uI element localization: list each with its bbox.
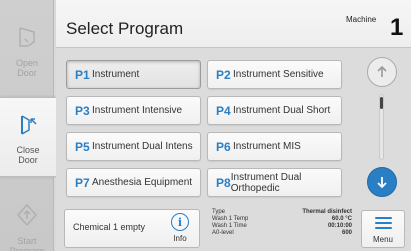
start-program-button[interactable]: Start Program: [0, 190, 54, 251]
start-program-label: Start Program: [9, 236, 45, 251]
start-program-icon: [16, 203, 38, 227]
chemical-status-text: Chemical 1 empty: [73, 222, 146, 232]
bottom-bar: Chemical 1 empty i Info Type Thermal dis…: [56, 204, 411, 251]
program-name: Instrument Dual Orthopedic: [230, 171, 302, 194]
menu-button[interactable]: Menu: [361, 210, 405, 248]
program-id: P1: [75, 67, 90, 82]
parameter-value: Thermal disinfect: [302, 209, 352, 215]
scroll-controls: [356, 48, 411, 204]
scroll-down-button[interactable]: [367, 167, 397, 197]
scroll-thumb[interactable]: [380, 97, 383, 109]
page-title: Select Program: [66, 19, 184, 38]
program-id: P7: [75, 175, 90, 190]
program-button-p2[interactable]: P2 Instrument Sensitive: [207, 60, 342, 89]
close-door-label: Close Door: [16, 145, 40, 165]
program-name: Instrument MIS: [233, 141, 301, 152]
program-name: Instrument Dual Intens: [92, 141, 193, 152]
program-id: P5: [75, 139, 90, 154]
program-name: Instrument: [92, 69, 140, 80]
program-name: Anesthesia Equipment: [92, 177, 193, 188]
scroll-up-button[interactable]: [367, 57, 397, 87]
program-selection-screen: Open Door Close Door Start Program Selec…: [0, 0, 411, 251]
program-button-p5[interactable]: P5 Instrument Dual Intens: [66, 132, 201, 161]
program-id: P4: [216, 103, 231, 118]
parameter-row: A0-level 600: [212, 230, 352, 237]
close-door-button[interactable]: Close Door: [0, 97, 56, 177]
program-id: P8: [216, 175, 231, 190]
sidebar: Open Door Close Door Start Program: [0, 0, 56, 251]
menu-label: Menu: [372, 235, 393, 244]
parameter-key: Wash 1 Time: [212, 223, 247, 229]
parameter-row: Type Thermal disinfect: [212, 209, 352, 216]
program-grid: P1 Instrument P2 Instrument Sensitive P3…: [56, 48, 356, 204]
arrow-down-icon: [377, 177, 387, 189]
parameter-value: 60.0 °C: [331, 216, 352, 222]
header: Select Program Machine 1: [56, 0, 411, 48]
program-button-p6[interactable]: P6 Instrument MIS: [207, 132, 342, 161]
program-id: P2: [216, 67, 231, 82]
machine-number: 1: [390, 14, 404, 41]
program-parameters: Type Thermal disinfect Wash 1 Temp 60.0 …: [212, 209, 352, 249]
arrow-up-icon: [377, 65, 387, 77]
program-name: Instrument Dual Short: [233, 105, 331, 116]
chemical-status-panel: Chemical 1 empty i Info: [64, 209, 200, 248]
parameter-value: 00:10:00: [327, 223, 352, 229]
open-door-label: Open Door: [15, 58, 39, 78]
parameter-row: Wash 1 Temp 60.0 °C: [212, 216, 352, 223]
program-name: Instrument Sensitive: [233, 69, 324, 80]
program-button-p8[interactable]: P8 Instrument Dual Orthopedic: [207, 168, 342, 197]
info-icon: i: [171, 213, 189, 231]
scroll-track[interactable]: [379, 94, 384, 160]
program-id: P6: [216, 139, 231, 154]
machine-label: Machine: [346, 15, 377, 24]
open-door-button[interactable]: Open Door: [0, 12, 54, 82]
info-button[interactable]: i Info: [161, 211, 199, 246]
program-button-p4[interactable]: P4 Instrument Dual Short: [207, 96, 342, 125]
parameter-key: A0-level: [212, 230, 234, 236]
program-button-p3[interactable]: P3 Instrument Intensive: [66, 96, 201, 125]
open-door-icon: [19, 27, 35, 47]
close-door-icon: [21, 115, 37, 135]
parameter-value: 600: [341, 230, 352, 236]
program-id: P3: [75, 103, 90, 118]
program-name: Instrument Intensive: [92, 105, 183, 116]
parameter-key: Type: [212, 209, 226, 215]
program-button-p7[interactable]: P7 Anesthesia Equipment: [66, 168, 201, 197]
parameter-row: Wash 1 Time 00:10:00: [212, 223, 352, 230]
program-button-p1[interactable]: P1 Instrument: [66, 60, 201, 89]
info-label: Info: [173, 234, 187, 243]
menu-icon: [374, 217, 392, 229]
parameter-key: Wash 1 Temp: [212, 216, 249, 222]
